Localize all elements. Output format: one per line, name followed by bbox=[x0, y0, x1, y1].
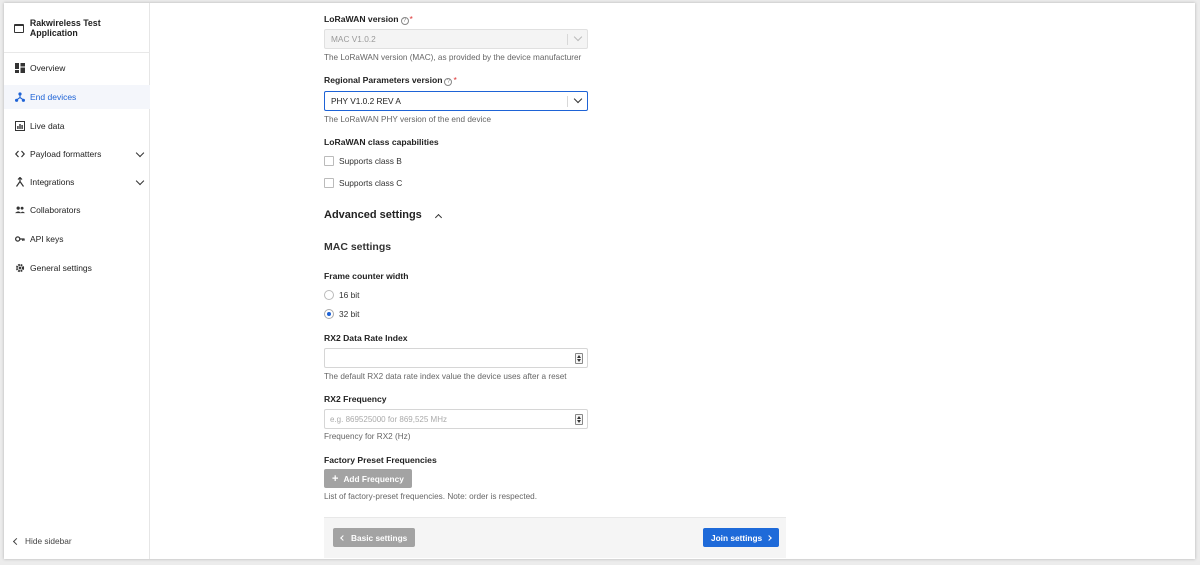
chevron-down-icon[interactable] bbox=[135, 176, 145, 186]
required-marker: * bbox=[409, 14, 413, 24]
class-b-checkbox[interactable] bbox=[324, 156, 334, 166]
class-b-checkbox-row[interactable]: Supports class B bbox=[324, 156, 402, 166]
number-spinner-icon[interactable] bbox=[575, 414, 583, 425]
chevron-up-icon[interactable] bbox=[434, 213, 443, 222]
hide-sidebar-label: Hide sidebar bbox=[25, 536, 72, 546]
regional-params-select[interactable]: PHY V1.0.2 REV A bbox=[324, 91, 588, 111]
sidebar: Rakwireless Test Application Overview En… bbox=[4, 3, 150, 559]
sidebar-item-end-devices[interactable]: End devices bbox=[4, 85, 150, 109]
rx2-frequency-input[interactable]: e.g. 869525000 for 869,525 MHz bbox=[324, 409, 588, 429]
frame-counter-32-option[interactable]: 32 bit bbox=[324, 309, 360, 319]
dashboard-icon bbox=[15, 63, 25, 73]
add-frequency-button[interactable]: + Add Frequency bbox=[324, 469, 412, 488]
chevron-down-icon bbox=[573, 94, 583, 104]
sidebar-item-integrations[interactable]: Integrations bbox=[4, 170, 150, 194]
lorawan-version-help: The LoRaWAN version (MAC), as provided b… bbox=[324, 53, 582, 62]
sidebar-item-label: Overview bbox=[30, 63, 66, 73]
sidebar-item-payload-formatters[interactable]: Payload formatters bbox=[4, 142, 150, 166]
sidebar-item-label: Live data bbox=[30, 121, 65, 131]
rx2-dr-help: The default RX2 data rate index value th… bbox=[324, 372, 567, 381]
class-c-checkbox[interactable] bbox=[324, 178, 334, 188]
sidebar-item-live-data[interactable]: Live data bbox=[4, 114, 150, 138]
radio-16-bit[interactable] bbox=[324, 290, 334, 300]
radio-16-bit-label: 16 bit bbox=[339, 290, 360, 300]
lorawan-version-value: MAC V1.0.2 bbox=[331, 34, 376, 44]
help-icon[interactable]: ? bbox=[444, 78, 453, 86]
chevron-down-icon bbox=[573, 32, 583, 42]
app-title[interactable]: Rakwireless Test Application bbox=[14, 18, 149, 38]
hide-sidebar-button[interactable]: Hide sidebar bbox=[12, 536, 72, 546]
rx2-dr-input[interactable] bbox=[324, 348, 588, 368]
live-data-icon bbox=[15, 121, 25, 131]
code-icon bbox=[15, 149, 25, 159]
join-settings-button[interactable]: Join settings bbox=[703, 528, 780, 547]
basic-settings-label: Basic settings bbox=[351, 532, 408, 543]
basic-settings-button[interactable]: Basic settings bbox=[333, 528, 416, 547]
select-separator bbox=[567, 34, 568, 45]
sidebar-item-label: Collaborators bbox=[30, 205, 81, 215]
class-c-checkbox-row[interactable]: Supports class C bbox=[324, 178, 402, 188]
sidebar-item-label: General settings bbox=[30, 263, 92, 273]
join-settings-label: Join settings bbox=[711, 532, 763, 543]
chevron-left-icon bbox=[12, 537, 21, 545]
sidebar-item-api-keys[interactable]: API keys bbox=[4, 227, 150, 251]
chevron-right-icon bbox=[766, 534, 773, 541]
app-window: Rakwireless Test Application Overview En… bbox=[4, 3, 1195, 559]
gear-icon bbox=[15, 263, 25, 273]
factory-frequencies-help: List of factory-preset frequencies. Note… bbox=[324, 492, 537, 501]
regional-params-value: PHY V1.0.2 REV A bbox=[331, 96, 401, 106]
required-marker: * bbox=[453, 75, 457, 85]
regional-params-help: The LoRaWAN PHY version of the end devic… bbox=[324, 115, 492, 124]
class-b-label: Supports class B bbox=[339, 156, 402, 166]
key-icon bbox=[15, 234, 25, 244]
class-c-label: Supports class C bbox=[339, 178, 403, 188]
lorawan-version-label: LoRaWAN version? * bbox=[324, 14, 413, 25]
people-icon bbox=[15, 205, 25, 215]
add-frequency-label: Add Frequency bbox=[343, 473, 404, 484]
rx2-frequency-label: RX2 Frequency bbox=[324, 394, 387, 404]
chevron-down-icon[interactable] bbox=[135, 148, 145, 158]
lorawan-version-label-text: LoRaWAN version bbox=[324, 14, 399, 24]
devices-icon bbox=[15, 92, 25, 102]
window-icon bbox=[14, 23, 24, 33]
form-footer: Basic settings Join settings bbox=[324, 517, 786, 558]
chevron-left-icon bbox=[340, 534, 346, 541]
class-capabilities-label: LoRaWAN class capabilities bbox=[324, 137, 439, 147]
help-icon[interactable]: ? bbox=[400, 17, 409, 25]
frame-counter-16-option[interactable]: 16 bit bbox=[324, 290, 360, 300]
rx2-dr-label: RX2 Data Rate Index bbox=[324, 333, 408, 343]
number-spinner-icon[interactable] bbox=[575, 353, 583, 364]
sidebar-item-overview[interactable]: Overview bbox=[4, 56, 150, 80]
sidebar-item-label: API keys bbox=[30, 234, 64, 244]
app-title-label: Rakwireless Test Application bbox=[29, 18, 101, 38]
advanced-settings-title[interactable]: Advanced settings bbox=[324, 209, 422, 221]
select-separator bbox=[567, 96, 568, 107]
mac-settings-title: MAC settings bbox=[324, 241, 392, 253]
factory-frequencies-label: Factory Preset Frequencies bbox=[324, 455, 437, 465]
radio-32-bit-label: 32 bit bbox=[339, 309, 360, 319]
plus-icon: + bbox=[332, 472, 339, 485]
frame-counter-label: Frame counter width bbox=[324, 271, 409, 281]
sidebar-item-collaborators[interactable]: Collaborators bbox=[4, 198, 150, 222]
integrations-icon bbox=[15, 177, 25, 187]
radio-32-bit[interactable] bbox=[324, 309, 334, 319]
sidebar-item-general-settings[interactable]: General settings bbox=[4, 256, 150, 280]
rx2-frequency-placeholder: e.g. 869525000 for 869,525 MHz bbox=[330, 414, 447, 424]
regional-params-label-text: Regional Parameters version bbox=[324, 75, 443, 85]
rx2-frequency-help: Frequency for RX2 (Hz) bbox=[324, 432, 411, 441]
regional-params-label: Regional Parameters version? * bbox=[324, 75, 457, 86]
sidebar-item-label: End devices bbox=[30, 92, 77, 102]
sidebar-divider bbox=[4, 52, 150, 53]
lorawan-version-select[interactable]: MAC V1.0.2 bbox=[324, 29, 588, 49]
sidebar-item-label: Payload formatters bbox=[30, 149, 102, 159]
sidebar-item-label: Integrations bbox=[30, 177, 75, 187]
